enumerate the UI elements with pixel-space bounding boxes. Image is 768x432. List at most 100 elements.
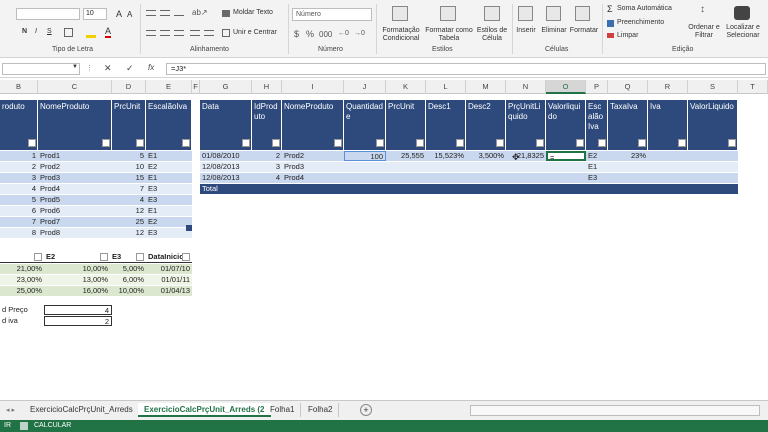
table3-cell[interactable]: 01/01/11 bbox=[146, 275, 192, 285]
table2-cell[interactable]: 15,523% bbox=[426, 151, 466, 161]
table1-cell[interactable]: 6 bbox=[0, 206, 38, 216]
font-size-combo[interactable]: 10 bbox=[83, 8, 107, 20]
sheet-tab-2-active[interactable]: ExercicioCalcPrçUnit_Arreds (2 bbox=[138, 403, 271, 417]
table2-cell[interactable]: = bbox=[546, 151, 586, 161]
filter-dropdown-icon[interactable] bbox=[334, 139, 342, 147]
table1-cell[interactable]: 4 bbox=[0, 184, 38, 194]
table1-cell[interactable]: 8 bbox=[0, 228, 38, 238]
column-header-O[interactable]: O bbox=[546, 80, 586, 94]
italic-button[interactable]: I bbox=[35, 28, 37, 35]
table2-cell[interactable]: 4 bbox=[252, 173, 282, 183]
align-middle-icon[interactable] bbox=[160, 10, 170, 16]
bold-button[interactable]: N bbox=[22, 28, 27, 35]
column-header-G[interactable]: G bbox=[200, 80, 252, 94]
table1-cell[interactable]: 4 bbox=[112, 195, 146, 205]
delete-button[interactable]: Eliminar bbox=[538, 27, 570, 35]
table2-cell[interactable] bbox=[608, 173, 648, 183]
table3-cell[interactable]: 10,00% bbox=[110, 286, 146, 296]
column-header-P[interactable]: P bbox=[586, 80, 608, 94]
table2-cell[interactable]: E2 bbox=[586, 151, 608, 161]
table1-cell[interactable]: E1 bbox=[146, 206, 192, 216]
filter-dropdown-icon[interactable] bbox=[416, 139, 424, 147]
table1-cell[interactable]: 15 bbox=[112, 173, 146, 183]
table3-cell[interactable]: 25,00% bbox=[0, 286, 44, 296]
table2-cell[interactable]: 100 bbox=[344, 151, 386, 161]
filter-dropdown-icon[interactable] bbox=[102, 139, 110, 147]
find-select-button[interactable]: Localizar e Selecionar bbox=[720, 24, 766, 40]
column-header-S[interactable]: S bbox=[688, 80, 738, 94]
column-header-E[interactable]: E bbox=[146, 80, 192, 94]
table2-cell[interactable]: 12/08/2013 bbox=[200, 162, 252, 172]
sheet-tab-4[interactable]: Folha2 bbox=[302, 403, 340, 417]
table3-cell[interactable]: 01/07/10 bbox=[146, 264, 192, 274]
filter-dropdown-icon[interactable] bbox=[242, 139, 250, 147]
worksheet-grid[interactable]: roduto NomeProduto PrcUnit EscalãoIva 1 Prod1… bbox=[0, 94, 768, 400]
table3-cell[interactable]: 23,00% bbox=[0, 275, 44, 285]
sheet-tab-1[interactable]: ExercicioCalcPrçUnit_Arreds bbox=[24, 403, 140, 417]
table1-cell[interactable]: 7 bbox=[112, 184, 146, 194]
table2-cell[interactable]: Prod4 bbox=[282, 173, 344, 183]
fill-button[interactable]: Preenchimento bbox=[617, 19, 664, 26]
align-right-icon[interactable] bbox=[174, 30, 184, 36]
table-resize-handle[interactable] bbox=[186, 225, 192, 231]
increase-decimal-icon[interactable]: ←0 bbox=[338, 30, 349, 37]
column-header-Q[interactable]: Q bbox=[608, 80, 648, 94]
tab-scroll-icon[interactable]: ◂ ▸ bbox=[6, 406, 15, 414]
table2-cell[interactable]: 3,500% bbox=[466, 151, 506, 161]
table2-cell[interactable] bbox=[688, 173, 738, 183]
shrink-font-icon[interactable]: A bbox=[127, 10, 132, 19]
table1-cell[interactable]: Prod6 bbox=[38, 206, 112, 216]
wrap-text-button[interactable]: Moldar Texto bbox=[233, 9, 273, 16]
autosum-button[interactable]: Soma Automática bbox=[617, 5, 672, 12]
column-header-I[interactable]: I bbox=[282, 80, 344, 94]
column-header-H[interactable]: H bbox=[252, 80, 282, 94]
grow-font-icon[interactable]: A bbox=[116, 9, 122, 19]
enter-formula-icon[interactable]: ✓ bbox=[126, 63, 134, 74]
filter-dropdown-icon[interactable] bbox=[496, 139, 504, 147]
table3-cell[interactable]: 21,00% bbox=[0, 264, 44, 274]
format-as-table-button[interactable]: Formatar como Tabela bbox=[424, 27, 474, 43]
table1-cell[interactable]: Prod8 bbox=[38, 228, 112, 238]
table2-cell[interactable] bbox=[648, 173, 688, 183]
column-header-L[interactable]: L bbox=[426, 80, 466, 94]
column-header-N[interactable]: N bbox=[506, 80, 546, 94]
name-box[interactable] bbox=[2, 63, 80, 75]
borders-icon[interactable] bbox=[64, 28, 73, 37]
table1-cell[interactable]: Prod7 bbox=[38, 217, 112, 227]
filter-dropdown-icon[interactable] bbox=[638, 139, 646, 147]
table2-cell[interactable] bbox=[426, 173, 466, 183]
horizontal-scrollbar[interactable] bbox=[470, 405, 760, 416]
table1-cell[interactable]: Prod5 bbox=[38, 195, 112, 205]
table2-cell[interactable] bbox=[688, 151, 738, 161]
align-left-icon[interactable] bbox=[146, 30, 156, 36]
filter-dropdown-icon[interactable] bbox=[136, 253, 144, 261]
table2-cell[interactable] bbox=[546, 173, 586, 183]
table2-cell[interactable] bbox=[608, 162, 648, 172]
align-top-icon[interactable] bbox=[146, 10, 156, 16]
table3-cell[interactable]: 01/04/13 bbox=[146, 286, 192, 296]
table2-cell[interactable]: Prod3 bbox=[282, 162, 344, 172]
table1-cell[interactable]: 12 bbox=[112, 228, 146, 238]
table2-cell[interactable] bbox=[546, 162, 586, 172]
table2-cell[interactable] bbox=[506, 173, 546, 183]
table2-cell[interactable] bbox=[386, 162, 426, 172]
number-format-combo[interactable]: Número bbox=[292, 8, 372, 21]
column-header-K[interactable]: K bbox=[386, 80, 426, 94]
table3-cell[interactable]: 13,00% bbox=[44, 275, 110, 285]
insert-function-button[interactable]: fx bbox=[148, 63, 154, 72]
column-header-D[interactable]: D bbox=[112, 80, 146, 94]
fill-color-icon[interactable] bbox=[86, 35, 96, 38]
column-header-F[interactable]: F bbox=[192, 80, 200, 94]
table2-cell[interactable]: Prod2 bbox=[282, 151, 344, 161]
table1-cell[interactable]: 10 bbox=[112, 162, 146, 172]
table2-cell[interactable] bbox=[506, 162, 546, 172]
table1-cell[interactable]: E1 bbox=[146, 173, 192, 183]
underline-button[interactable]: S bbox=[47, 28, 52, 35]
format-button[interactable]: Formatar bbox=[568, 27, 600, 35]
filter-dropdown-icon[interactable] bbox=[100, 253, 108, 261]
column-header-R[interactable]: R bbox=[648, 80, 688, 94]
filter-dropdown-icon[interactable] bbox=[34, 253, 42, 261]
sheet-tab-3[interactable]: Folha1 bbox=[264, 403, 302, 417]
table2-cell[interactable] bbox=[648, 151, 688, 161]
record-macro-icon[interactable] bbox=[20, 422, 28, 430]
